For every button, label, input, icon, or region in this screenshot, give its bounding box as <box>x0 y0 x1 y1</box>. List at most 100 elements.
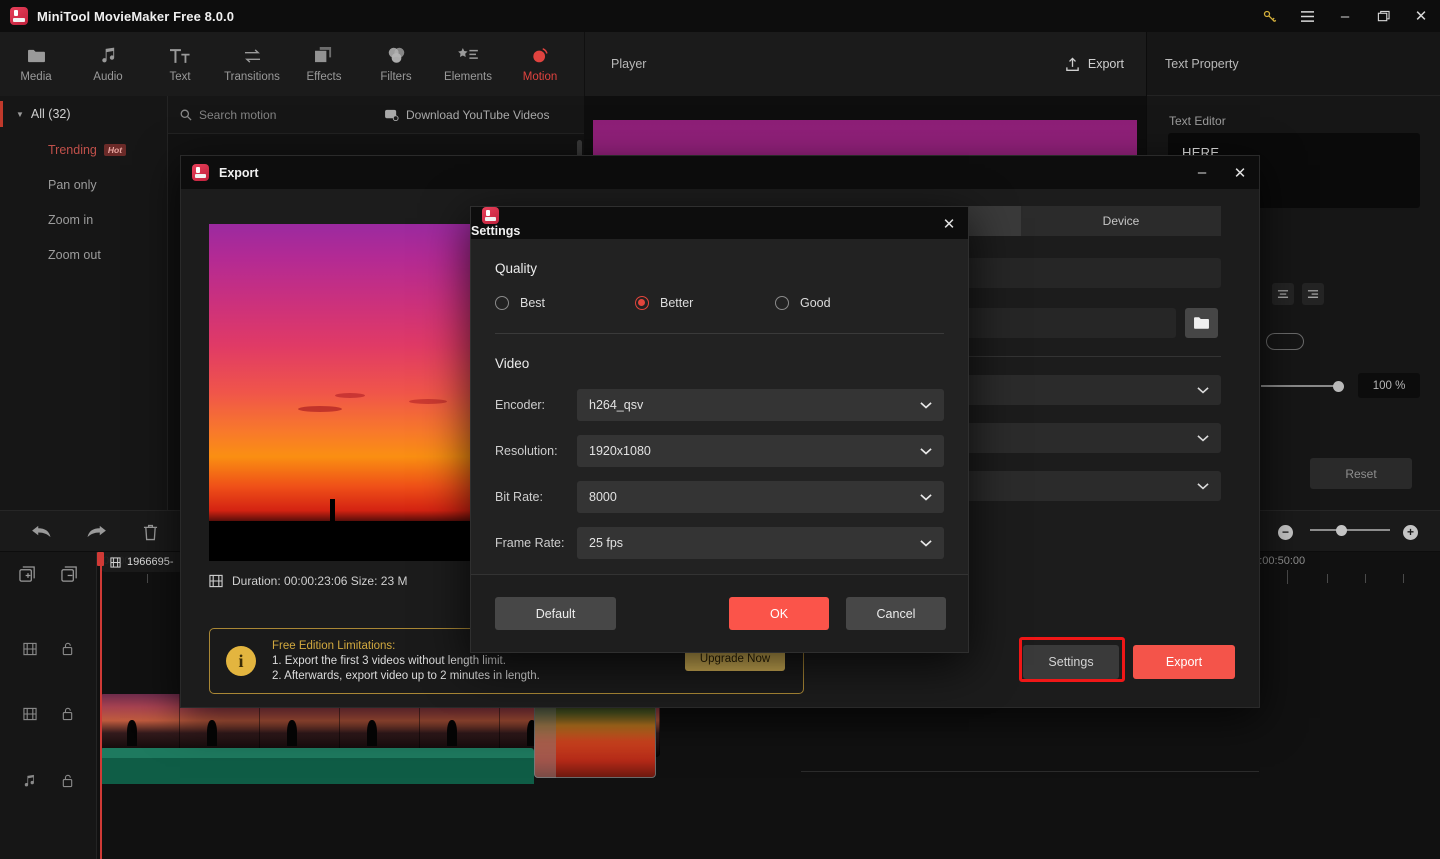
resolution-row: Resolution: 1920x1080 <box>495 435 944 467</box>
sidebar-item-all[interactable]: ▼ All (32) <box>0 96 167 132</box>
key-icon[interactable] <box>1250 0 1288 32</box>
chevron-down-icon <box>920 447 932 455</box>
radio-icon-selected <box>635 296 649 310</box>
export-dialog-titlebar: Export – ✕ <box>181 156 1259 189</box>
bitrate-row: Bit Rate: 8000 <box>495 481 944 513</box>
bitrate-select[interactable]: 8000 <box>577 481 944 513</box>
sidebar-item-label: Zoom in <box>48 212 94 227</box>
undo-icon[interactable] <box>30 520 54 544</box>
folder-icon <box>27 46 46 66</box>
framerate-select[interactable]: 25 fps <box>577 527 944 559</box>
resolution-select[interactable]: 1920x1080 <box>577 435 944 467</box>
lock-icon[interactable] <box>61 707 74 721</box>
default-button[interactable]: Default <box>495 597 616 630</box>
sidebar-item-zoom-out[interactable]: Zoom out <box>0 237 167 272</box>
settings-dialog-title: Settings <box>471 224 521 238</box>
download-youtube-button[interactable]: Download YouTube Videos <box>385 108 549 122</box>
motion-categories-sidebar: ▼ All (32) Trending Hot Pan only Zoom in… <box>0 96 168 510</box>
zoom-in-button[interactable]: + <box>1403 524 1418 540</box>
trash-icon[interactable] <box>138 520 162 544</box>
settings-dialog-titlebar: Settings ✕ <box>471 207 968 239</box>
maximize-button[interactable] <box>1364 0 1402 32</box>
search-icon <box>180 109 192 121</box>
clip-name-label: 1966695- <box>127 556 174 568</box>
toolbar-item-elements[interactable]: Elements <box>432 32 504 96</box>
reset-button[interactable]: Reset <box>1310 458 1412 489</box>
align-center-button[interactable] <box>1272 283 1294 305</box>
remove-track-icon[interactable] <box>60 566 79 584</box>
toolbar-item-effects[interactable]: Effects <box>288 32 360 96</box>
bitrate-label: Bit Rate: <box>495 490 543 504</box>
preview-silhouette <box>209 521 472 561</box>
export-dialog-close[interactable]: ✕ <box>1221 156 1259 189</box>
redo-icon[interactable] <box>84 520 108 544</box>
toolbar-item-transitions[interactable]: Transitions <box>216 32 288 96</box>
ruler-tick <box>1327 574 1328 583</box>
settings-dialog-close[interactable]: ✕ <box>930 207 968 240</box>
playhead[interactable] <box>100 552 102 859</box>
sidebar-item-trending[interactable]: Trending Hot <box>0 132 167 167</box>
hot-badge: Hot <box>103 143 127 156</box>
close-button[interactable]: ✕ <box>1402 0 1440 32</box>
tab-device[interactable]: Device <box>1021 206 1221 236</box>
framerate-value: 25 fps <box>589 536 624 550</box>
toolbar-item-media[interactable]: Media <box>0 32 72 96</box>
quality-option-good[interactable]: Good <box>775 296 915 310</box>
sidebar-item-pan-only[interactable]: Pan only <box>0 167 167 202</box>
toolbar-item-text[interactable]: Text <box>144 32 216 96</box>
timeline-zoom-track <box>1310 529 1390 531</box>
ok-button[interactable]: OK <box>729 597 829 630</box>
timeline-zoom-slider[interactable] <box>1305 525 1391 540</box>
export-button[interactable]: Export <box>1133 645 1235 679</box>
menu-icon[interactable] <box>1288 0 1326 32</box>
dialog-logo-icon <box>192 164 209 181</box>
sidebar-item-label: Trending <box>48 142 97 157</box>
toolbar-item-filters[interactable]: Filters <box>360 32 432 96</box>
opacity-slider-knob[interactable] <box>1333 381 1344 392</box>
minimize-button[interactable]: – <box>1326 0 1364 32</box>
framerate-label: Frame Rate: <box>495 536 565 550</box>
quality-option-best[interactable]: Best <box>495 296 635 310</box>
folder-browse-button[interactable] <box>1185 308 1218 338</box>
add-track-icon[interactable] <box>18 566 37 584</box>
settings-body: Quality Best Better Good Video Encoder: <box>471 239 968 559</box>
framerate-row: Frame Rate: 25 fps <box>495 527 944 559</box>
elements-icon <box>458 46 478 66</box>
clip-trim-handle[interactable] <box>534 702 556 778</box>
encoder-row: Encoder: h264_qsv <box>495 389 944 421</box>
encoder-select[interactable]: h264_qsv <box>577 389 944 421</box>
settings-button[interactable]: Settings <box>1023 645 1119 679</box>
text-style-pill[interactable] <box>1266 333 1304 350</box>
search-input[interactable]: Search motion <box>180 108 385 122</box>
export-dialog-minimize[interactable]: – <box>1183 156 1221 189</box>
playhead-handle[interactable] <box>97 552 104 566</box>
radio-icon <box>775 296 789 310</box>
download-icon <box>385 109 399 121</box>
cancel-button[interactable]: Cancel <box>846 597 946 630</box>
browser-header: Search motion Download YouTube Videos <box>168 96 584 134</box>
toolbar-item-audio[interactable]: Audio <box>72 32 144 96</box>
video-heading: Video <box>495 356 530 371</box>
timeline-right-tools: − + <box>1242 511 1418 553</box>
zoom-out-button[interactable]: − <box>1278 524 1293 540</box>
player-export-button[interactable]: Export <box>1065 56 1124 72</box>
settings-dialog-controls: ✕ <box>930 207 968 240</box>
toolbar-label: Transitions <box>224 70 280 83</box>
export-preview-thumbnail <box>209 224 472 561</box>
sidebar-item-label: Zoom out <box>48 247 101 262</box>
timeline-clip-audio[interactable] <box>100 748 534 784</box>
radio-icon <box>495 296 509 310</box>
lock-icon[interactable] <box>61 642 74 656</box>
sidebar-item-zoom-in[interactable]: Zoom in <box>0 202 167 237</box>
align-right-button[interactable] <box>1302 283 1324 305</box>
timeline-zoom-knob[interactable] <box>1336 525 1347 536</box>
quality-option-better[interactable]: Better <box>635 296 775 310</box>
toolbar-label: Elements <box>444 70 492 83</box>
opacity-slider[interactable] <box>1261 379 1351 393</box>
toolbar-item-motion[interactable]: Motion <box>504 32 576 96</box>
ruler-tick <box>1365 574 1366 583</box>
timeline-left-tools <box>30 511 162 553</box>
timeline-track-headers <box>0 552 97 859</box>
lock-icon[interactable] <box>61 774 74 788</box>
export-footer-divider <box>801 771 1259 772</box>
